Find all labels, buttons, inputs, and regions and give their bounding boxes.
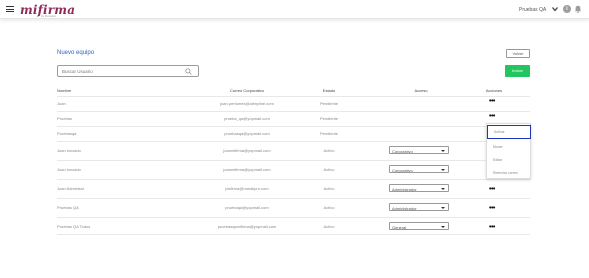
access-select-value: General <box>392 224 407 230</box>
caret-down-icon <box>441 188 445 190</box>
row-name: Juan <box>57 101 66 106</box>
caret-down-icon <box>441 150 445 152</box>
more-actions-icon[interactable]: ••• <box>489 113 499 121</box>
access-select[interactable]: Administrador <box>389 203 449 211</box>
menu-item-activar[interactable]: Activar <box>487 125 531 139</box>
row-email: pruebasqamifirma@yopmail.com <box>217 224 277 229</box>
access-select[interactable]: Administrador <box>389 184 449 192</box>
access-select[interactable]: General <box>389 222 449 230</box>
row-name: Pruebas QA Todos <box>57 224 91 229</box>
access-select-value: Corporativo <box>392 148 413 154</box>
table-row: Pruebasqa pruebasqa@yopmail.com Pendient… <box>57 126 530 140</box>
table-row: Pruebas QA Todos pruebasqamifirma@yopmai… <box>57 217 530 235</box>
row-email: prueba_qa@yopmail.com <box>224 116 270 121</box>
row-email: juanmifirma@yopmail.com <box>223 148 271 153</box>
row-email: pruebaqa@yopmail.com <box>225 205 269 210</box>
col-header-access: Acceso <box>414 88 428 93</box>
row-status: Activo <box>323 167 335 172</box>
row-status: Activo <box>323 205 335 210</box>
row-email: pruebasqa@yopmail.com <box>224 131 270 136</box>
row-email: juan.perfumes@allmyline.com <box>220 101 274 106</box>
invite-button[interactable]: Invitar <box>505 65 530 77</box>
menu-item-mover[interactable]: Mover <box>493 145 503 149</box>
row-status: Activo <box>323 224 335 229</box>
row-status: Pendiente <box>319 116 339 121</box>
help-icon[interactable]: i <box>563 5 571 13</box>
row-name: Pruebas QA <box>57 205 79 210</box>
more-actions-icon[interactable]: ••• <box>489 224 499 232</box>
more-actions-icon[interactable]: ••• <box>489 186 499 194</box>
row-name: Juan lonzado <box>57 167 81 172</box>
row-status: Activo <box>323 148 335 153</box>
col-header-actions: Acciones <box>485 88 503 93</box>
row-status: Pendiente <box>319 101 339 106</box>
menu-item-editar[interactable]: Editar <box>493 158 502 162</box>
hamburger-menu-icon[interactable] <box>6 6 14 12</box>
table-row: Juan lonzado juanmifirma@yopmail.com Act… <box>57 160 530 179</box>
col-header-status: Estado <box>322 88 336 93</box>
row-email: jdsfirma@mmailpro.com <box>225 186 269 191</box>
table-row: Juan juan.perfumes@allmyline.com Pendien… <box>57 96 530 110</box>
row-status: Pendiente <box>319 131 339 136</box>
row-name: Juan Admintrat <box>57 186 84 191</box>
logo-subtitle: by Docupro <box>41 14 57 18</box>
col-header-name: Nombre <box>57 88 72 93</box>
row-name: Juan lonzado <box>57 148 81 153</box>
caret-down-icon <box>441 207 445 209</box>
more-actions-icon[interactable]: ••• <box>489 98 499 106</box>
actions-dropdown-menu: Activar Mover Editar Reenviar correo <box>486 123 531 179</box>
bell-icon[interactable] <box>574 5 582 13</box>
search-input[interactable]: Buscar Usuario <box>57 65 199 77</box>
table-row: Juan Admintrat jdsfirma@mmailpro.com Act… <box>57 179 530 198</box>
col-header-email: Correo Corporativo <box>229 88 265 93</box>
table-row: Pruebas QA pruebaqa@yopmail.com Activo A… <box>57 198 530 217</box>
access-select-value: Corporativo <box>392 167 413 173</box>
table-row: Juan lonzado juanmifirma@yopmail.com Act… <box>57 141 530 160</box>
caret-down-icon <box>441 169 445 171</box>
user-name[interactable]: Pruebas QA <box>519 7 546 13</box>
back-button[interactable]: Volver <box>506 49 530 58</box>
search-placeholder: Buscar Usuario <box>62 69 93 74</box>
menu-item-reenviar-correo[interactable]: Reenviar correo <box>493 171 518 175</box>
access-select[interactable]: Corporativo <box>389 165 449 173</box>
row-name: Pruebasqa <box>57 131 77 136</box>
table-row: Pruebas prueba_qa@yopmail.com Pendiente … <box>57 111 530 125</box>
row-status: Activo <box>323 186 335 191</box>
page-title: Nuevo equipo <box>57 50 95 56</box>
access-select-value: Administrador <box>392 205 417 211</box>
row-email: juanmifirma@yopmail.com <box>223 167 271 172</box>
row-name: Pruebas <box>57 116 72 121</box>
access-select[interactable]: Corporativo <box>389 146 449 154</box>
chevron-down-icon[interactable] <box>552 6 558 12</box>
search-icon[interactable] <box>185 68 192 75</box>
caret-down-icon <box>441 226 445 228</box>
access-select-value: Administrador <box>392 186 417 192</box>
top-bar: mifirma by Docupro Pruebas QA i <box>0 0 589 19</box>
more-actions-icon[interactable]: ••• <box>489 205 499 213</box>
